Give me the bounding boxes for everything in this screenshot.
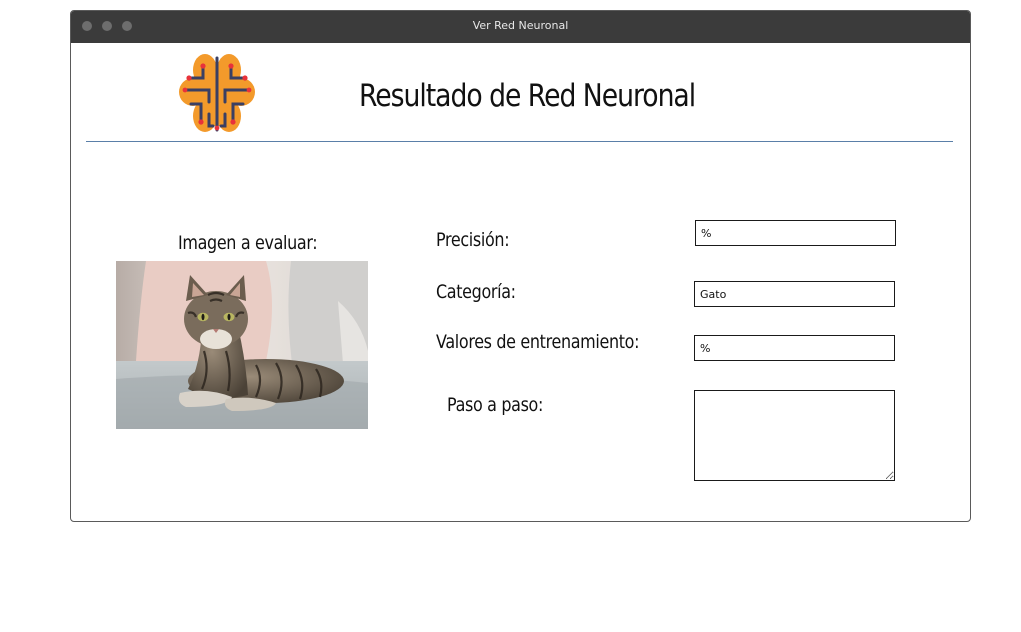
image-label: Imagen a evaluar:	[178, 232, 318, 254]
step-by-step-label: Paso a paso:	[447, 394, 544, 416]
window-title: Ver Red Neuronal	[472, 19, 569, 32]
page-title: Resultado de Red Neuronal	[359, 78, 696, 114]
evaluated-cat-image	[116, 261, 368, 429]
training-values-label: Valores de entrenamiento:	[436, 331, 640, 353]
header-divider	[86, 141, 953, 142]
training-values-field[interactable]	[694, 335, 895, 361]
brain-circuit-icon	[176, 52, 258, 136]
category-field[interactable]	[694, 281, 895, 307]
step-by-step-textarea[interactable]	[694, 390, 895, 481]
app-window: Ver Red Neuronal Resultado de Red Neuron…	[70, 10, 971, 522]
category-label: Categoría:	[436, 281, 516, 303]
precision-field[interactable]	[695, 220, 896, 246]
titlebar[interactable]: Ver Red Neuronal	[71, 11, 970, 43]
precision-label: Precisión:	[436, 229, 510, 251]
